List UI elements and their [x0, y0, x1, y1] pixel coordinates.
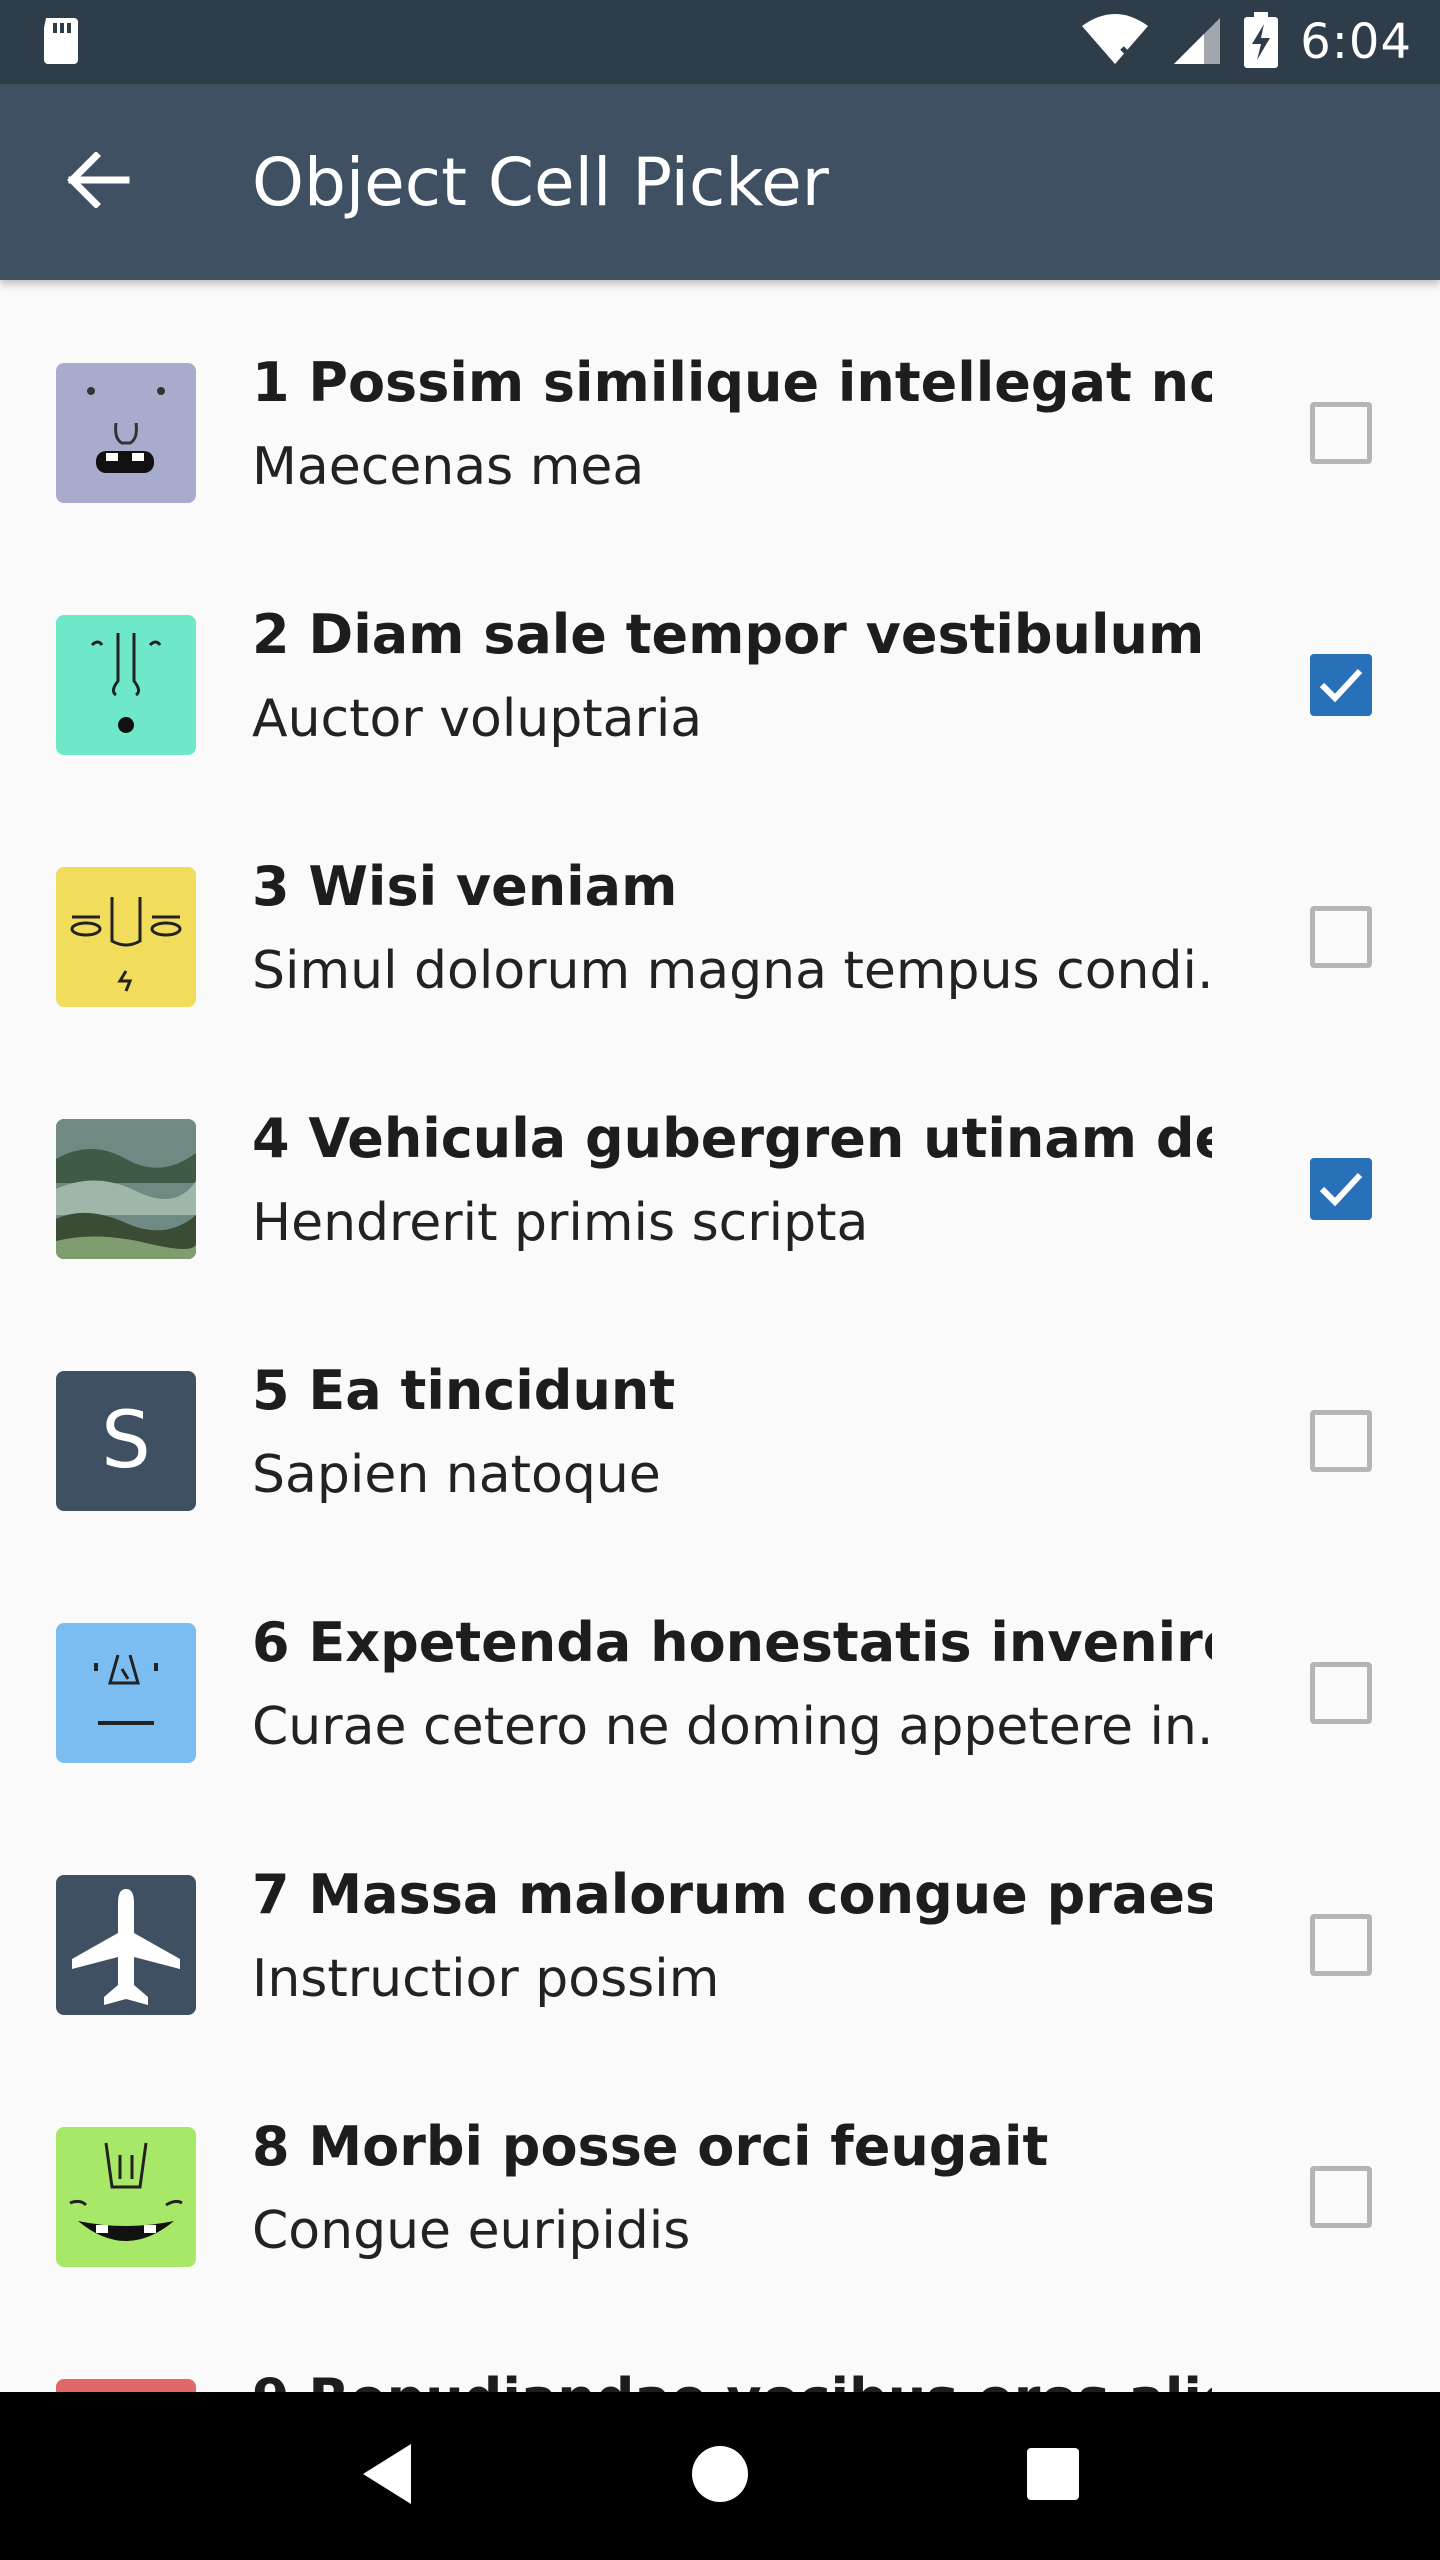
letter-avatar: S [56, 1371, 196, 1511]
nav-back-button[interactable] [327, 2416, 447, 2536]
wifi-icon [1080, 14, 1150, 70]
thumbnail-image [56, 1119, 196, 1259]
checkbox-unchecked[interactable] [1310, 1410, 1372, 1472]
item-title: 7 Massa malorum congue praese... [252, 1863, 1212, 1926]
item-title: 6 Expetenda honestatis invenire s... [252, 1611, 1212, 1674]
item-title: 8 Morbi posse orci feugait [252, 2115, 1049, 2178]
page-title: Object Cell Picker [252, 143, 829, 221]
item-title: 5 Ea tincidunt [252, 1359, 676, 1422]
circle-home-icon [690, 2444, 750, 2508]
item-title: 1 Possim similique intellegat nolu... [252, 351, 1212, 414]
item-subtitle: Sapien natoque [252, 1445, 661, 1505]
square-recents-icon [1026, 2447, 1080, 2505]
nav-recents-button[interactable] [993, 2416, 1113, 2536]
avatar-image [56, 363, 196, 503]
item-subtitle: Simul dolorum magna tempus condi... [252, 941, 1212, 1001]
item-title: 2 Diam sale tempor vestibulum di... [252, 603, 1212, 666]
airplane-icon [56, 1875, 196, 2015]
item-subtitle: Maecenas mea [252, 437, 645, 497]
checkbox-unchecked[interactable] [1310, 1914, 1372, 1976]
item-subtitle: Instructior possim [252, 1949, 720, 2009]
list-item[interactable]: 9 Repudiandae vocibus eros aliqu... [0, 2296, 1440, 2392]
object-cell-list: 1 Possim similique intellegat nolu... Mae… [0, 280, 1440, 2392]
avatar-image [56, 2127, 196, 2267]
checkbox-unchecked[interactable] [1310, 402, 1372, 464]
item-subtitle: Congue euripidis [252, 2201, 691, 2261]
app-bar: Object Cell Picker [0, 84, 1440, 280]
item-title: 3 Wisi veniam [252, 855, 678, 918]
clock: 6:04 [1300, 14, 1412, 70]
avatar-image [56, 2379, 196, 2392]
checkbox-unchecked[interactable] [1310, 906, 1372, 968]
sd-card-icon [40, 16, 82, 68]
list-item[interactable]: 2 Diam sale tempor vestibulum di... Aucto… [0, 532, 1440, 784]
avatar-letter: S [101, 1396, 151, 1486]
avatar-image [56, 615, 196, 755]
list-item[interactable]: 7 Massa malorum congue praese... Instruct… [0, 1792, 1440, 2044]
arrow-back-icon [66, 151, 130, 212]
checkmark-icon [1319, 1172, 1363, 1207]
item-subtitle: Hendrerit primis scripta [252, 1193, 869, 1253]
checkmark-icon [1319, 668, 1363, 703]
list-item[interactable]: 3 Wisi veniam Simul dolorum magna tempus … [0, 784, 1440, 1036]
back-button[interactable] [0, 84, 196, 280]
item-title: 9 Repudiandae vocibus eros aliqu... [252, 2364, 1212, 2392]
item-subtitle: Auctor voluptaria [252, 689, 703, 749]
navigation-bar [0, 2392, 1440, 2560]
checkbox-checked[interactable] [1310, 654, 1372, 716]
item-title: 4 Vehicula gubergren utinam dese... [252, 1107, 1212, 1170]
triangle-back-icon [359, 2442, 415, 2510]
list-item[interactable]: 4 Vehicula gubergren utinam dese... Hendr… [0, 1036, 1440, 1288]
avatar-image [56, 1623, 196, 1763]
checkbox-checked[interactable] [1310, 1158, 1372, 1220]
checkbox-unchecked[interactable] [1310, 2166, 1372, 2228]
battery-icon [1244, 12, 1279, 72]
avatar-image [56, 867, 196, 1007]
list-item[interactable]: 6 Expetenda honestatis invenire s... Cura… [0, 1540, 1440, 1792]
list-item[interactable]: 1 Possim similique intellegat nolu... Mae… [0, 280, 1440, 532]
list-item[interactable]: 8 Morbi posse orci feugait Congue euripid… [0, 2044, 1440, 2296]
status-bar: 6:04 [0, 0, 1440, 84]
list-item[interactable]: S 5 Ea tincidunt Sapien natoque [0, 1288, 1440, 1540]
nav-home-button[interactable] [660, 2416, 780, 2536]
checkbox-unchecked[interactable] [1310, 1662, 1372, 1724]
signal-icon [1172, 14, 1222, 70]
item-subtitle: Curae cetero ne doming appetere in... [252, 1697, 1212, 1757]
